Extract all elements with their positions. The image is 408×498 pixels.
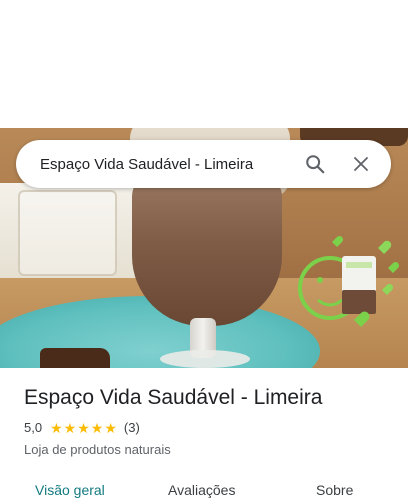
product-sticker: [298, 235, 400, 327]
review-count[interactable]: (3): [124, 420, 140, 435]
close-button[interactable]: [341, 144, 381, 184]
star-icon: ★: [50, 419, 63, 436]
search-icon: [306, 155, 325, 174]
milkshake-glass: [132, 176, 282, 326]
close-icon: [354, 157, 368, 171]
rating-stars: ★ ★ ★ ★ ★: [50, 421, 118, 435]
star-icon: ★: [77, 419, 90, 436]
star-icon: ★: [63, 419, 77, 436]
search-bar[interactable]: Espaço Vida Saudável - Limeira: [16, 140, 391, 188]
rating-row[interactable]: 5,0 ★ ★ ★ ★ ★ (3): [24, 420, 140, 435]
place-category: Loja de produtos naturais: [24, 442, 171, 457]
rating-value: 5,0: [24, 420, 43, 435]
star-icon: ★: [104, 419, 117, 436]
place-name: Espaço Vida Saudável - Limeira: [24, 386, 323, 409]
search-query-text[interactable]: Espaço Vida Saudável - Limeira: [40, 156, 295, 173]
place-tabs: Visão geral Avaliações Sobre: [0, 476, 408, 498]
blank-top-area: [0, 0, 408, 128]
search-button[interactable]: [295, 144, 335, 184]
star-icon: ★: [90, 419, 104, 436]
